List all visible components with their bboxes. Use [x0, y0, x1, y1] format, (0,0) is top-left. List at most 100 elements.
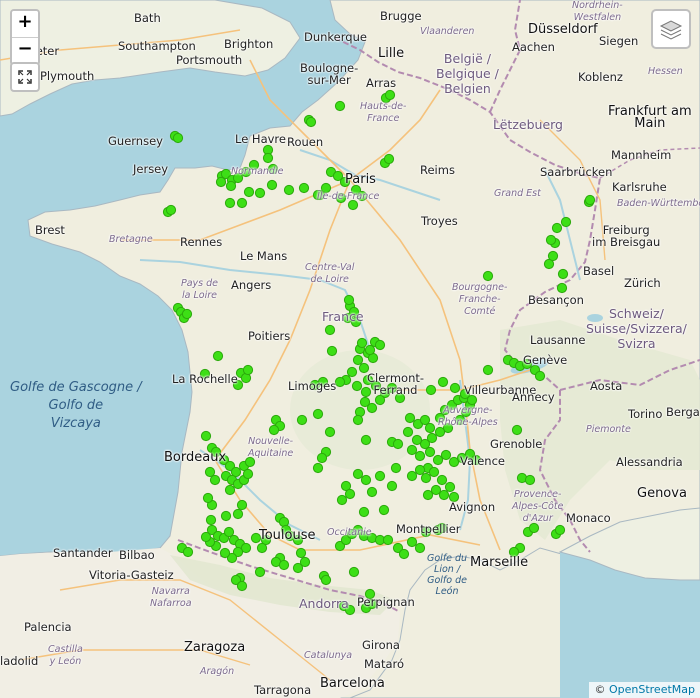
map-marker[interactable] — [366, 486, 378, 498]
map-marker[interactable] — [305, 116, 317, 128]
map-marker[interactable] — [324, 426, 336, 438]
map-marker[interactable] — [364, 588, 376, 600]
map-marker[interactable] — [430, 484, 442, 496]
map-marker[interactable] — [449, 382, 461, 394]
map-marker[interactable] — [511, 424, 523, 436]
map-marker[interactable] — [181, 308, 193, 320]
map-marker[interactable] — [200, 430, 212, 442]
map-marker[interactable] — [232, 508, 244, 520]
map-marker[interactable] — [236, 580, 248, 592]
map-marker[interactable] — [312, 462, 324, 474]
map-marker[interactable] — [200, 531, 212, 543]
map-marker[interactable] — [292, 534, 304, 546]
map-marker[interactable] — [295, 547, 307, 559]
map-marker[interactable] — [204, 466, 216, 478]
map-marker[interactable] — [312, 189, 324, 201]
map-marker[interactable] — [242, 468, 254, 480]
map-marker[interactable] — [358, 506, 370, 518]
base-map[interactable] — [0, 0, 700, 698]
map-marker[interactable] — [386, 480, 398, 492]
map-marker[interactable] — [390, 462, 402, 474]
map-marker[interactable] — [524, 474, 536, 486]
map-marker[interactable] — [386, 382, 398, 394]
map-marker[interactable] — [352, 468, 364, 480]
map-marker[interactable] — [316, 452, 328, 464]
map-marker[interactable] — [370, 380, 382, 392]
map-marker[interactable] — [352, 354, 364, 366]
map-marker[interactable] — [346, 366, 358, 378]
map-marker[interactable] — [350, 316, 362, 328]
map-marker[interactable] — [236, 499, 248, 511]
map-marker[interactable] — [360, 386, 372, 398]
map-marker[interactable] — [364, 344, 376, 356]
map-marker[interactable] — [428, 466, 440, 478]
map-marker[interactable] — [547, 250, 559, 262]
map-marker[interactable] — [215, 176, 227, 188]
map-marker[interactable] — [406, 444, 418, 456]
map-marker[interactable] — [348, 566, 360, 578]
map-marker[interactable] — [366, 598, 378, 610]
map-marker[interactable] — [466, 394, 478, 406]
map-marker[interactable] — [528, 522, 540, 534]
map-marker[interactable] — [454, 414, 466, 426]
map-marker[interactable] — [248, 159, 260, 171]
map-marker[interactable] — [296, 414, 308, 426]
map-marker[interactable] — [278, 559, 290, 571]
map-marker[interactable] — [320, 182, 332, 194]
map-marker[interactable] — [521, 358, 533, 370]
map-marker[interactable] — [210, 446, 222, 458]
map-marker[interactable] — [437, 376, 449, 388]
zoom-in-button[interactable]: + — [12, 11, 38, 37]
map-marker[interactable] — [414, 542, 426, 554]
map-marker[interactable] — [165, 204, 177, 216]
map-marker[interactable] — [551, 222, 563, 234]
map-marker[interactable] — [309, 379, 321, 391]
map-marker[interactable] — [438, 489, 450, 501]
map-marker[interactable] — [343, 294, 355, 306]
map-marker[interactable] — [224, 197, 236, 209]
map-marker[interactable] — [209, 474, 221, 486]
map-marker[interactable] — [240, 166, 252, 178]
map-marker[interactable] — [358, 362, 370, 374]
map-marker[interactable] — [326, 345, 338, 357]
map-marker[interactable] — [436, 474, 448, 486]
map-marker[interactable] — [406, 536, 418, 548]
map-marker[interactable] — [298, 182, 310, 194]
map-marker[interactable] — [383, 153, 395, 165]
map-marker[interactable] — [424, 446, 436, 458]
map-marker[interactable] — [256, 542, 268, 554]
map-marker[interactable] — [448, 491, 460, 503]
map-container[interactable]: Bath Exeter Southampton Brighton Plymout… — [0, 0, 700, 698]
map-marker[interactable] — [534, 370, 546, 382]
map-marker[interactable] — [545, 234, 557, 246]
map-marker[interactable] — [242, 364, 254, 376]
map-marker[interactable] — [202, 492, 214, 504]
map-marker[interactable] — [374, 470, 386, 482]
map-marker[interactable] — [292, 562, 304, 574]
map-marker[interactable] — [411, 434, 423, 446]
map-marker[interactable] — [212, 350, 224, 362]
map-marker[interactable] — [482, 270, 494, 282]
zoom-out-button[interactable]: − — [12, 37, 38, 64]
map-marker[interactable] — [266, 179, 278, 191]
map-marker[interactable] — [382, 534, 394, 546]
fullscreen-button[interactable] — [10, 62, 40, 92]
map-marker[interactable] — [414, 464, 426, 476]
map-marker[interactable] — [460, 406, 472, 418]
map-marker[interactable] — [244, 456, 256, 468]
map-marker[interactable] — [434, 426, 446, 438]
map-marker[interactable] — [220, 510, 232, 522]
map-marker[interactable] — [360, 434, 372, 446]
map-marker[interactable] — [223, 526, 235, 538]
map-marker[interactable] — [351, 380, 363, 392]
map-marker[interactable] — [374, 394, 386, 406]
map-marker[interactable] — [436, 522, 448, 534]
map-marker[interactable] — [172, 132, 184, 144]
attribution-link[interactable]: OpenStreetMap — [609, 683, 695, 696]
map-marker[interactable] — [374, 339, 386, 351]
map-marker[interactable] — [554, 524, 566, 536]
map-marker[interactable] — [254, 566, 266, 578]
map-marker[interactable] — [352, 414, 364, 426]
map-marker[interactable] — [335, 192, 347, 204]
map-marker[interactable] — [224, 484, 236, 496]
